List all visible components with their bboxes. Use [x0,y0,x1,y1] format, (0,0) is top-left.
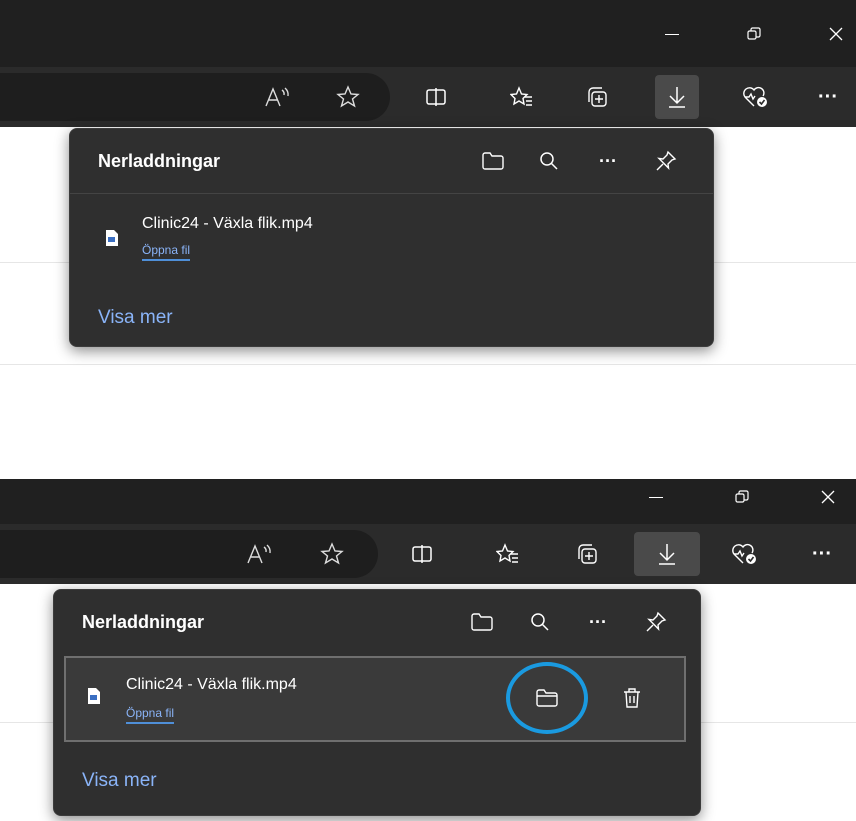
file-name: Clinic24 - Växla flik.mp4 [126,676,297,693]
search-icon [531,613,549,631]
heart-check-icon [732,543,756,564]
close-icon [829,27,843,41]
close-button[interactable] [808,481,848,513]
minimize-icon [649,496,663,498]
restore-button[interactable] [734,18,774,50]
screenshot-before: ··· Nerladdningar ··· Clinic24 - Växla f… [0,0,856,380]
file-name: Clinic24 - Växla flik.mp4 [142,215,313,232]
favorites-button[interactable] [500,75,544,119]
pin-icon [646,611,667,632]
read-aloud-button[interactable] [238,532,282,576]
open-file-link[interactable]: Öppna fil [142,243,191,261]
downloads-button[interactable] [655,75,699,119]
split-screen-icon [426,88,446,106]
restore-icon [747,27,761,40]
star-icon [320,542,344,565]
more-icon: ··· [589,611,607,632]
close-button[interactable] [816,18,856,50]
browser-essentials-button[interactable] [733,75,777,119]
more-options-button[interactable]: ··· [590,143,626,179]
favorites-button[interactable] [486,532,530,576]
split-screen-button[interactable] [414,75,458,119]
panel-divider [70,193,713,194]
downloads-panel: Nerladdningar ··· Clinic24 - Växla flik.… [69,128,714,347]
open-downloads-folder-button[interactable] [475,143,511,179]
add-favorite-button[interactable] [326,75,370,119]
downloads-button[interactable] [634,532,700,576]
panel-title: Nerladdningar [82,612,205,632]
page-divider [0,364,856,365]
minimize-button[interactable] [652,18,692,50]
screenshot-after: ··· Nerladdningar ··· Clinic24 - Växla f… [0,479,856,821]
more-icon: ··· [818,85,838,108]
close-icon [821,490,835,504]
open-file-link[interactable]: Öppna fil [126,706,175,724]
read-aloud-icon [247,544,271,564]
search-icon [540,152,558,170]
collections-button[interactable] [576,75,620,119]
trash-icon [624,688,640,708]
downloads-panel: Nerladdningar ··· Clinic24 - Växla flik.… [53,589,701,816]
title-bar [0,0,856,67]
search-downloads-button[interactable] [522,604,558,640]
collections-icon [578,544,597,564]
collections-icon [588,87,607,107]
minimize-icon [665,33,679,35]
folder-icon [482,152,504,170]
download-icon [659,544,675,565]
toolbar: ··· [0,524,856,584]
read-aloud-button[interactable] [256,75,300,119]
read-aloud-icon [265,87,289,107]
collections-button[interactable] [566,532,610,576]
add-favorite-button[interactable] [310,532,354,576]
download-icon [669,87,685,108]
favorites-list-icon [496,543,518,563]
restore-button[interactable] [722,481,762,513]
heart-check-icon [743,86,767,107]
folder-icon [471,613,493,631]
title-bar [0,479,856,524]
open-downloads-folder-button[interactable] [464,604,500,640]
video-file-icon [88,688,100,704]
pin-button[interactable] [638,604,674,640]
download-item[interactable]: Clinic24 - Växla flik.mp4 Öppna fil [64,656,686,742]
download-item[interactable]: Clinic24 - Växla flik.mp4 Öppna fil [80,199,702,279]
delete-button[interactable] [614,680,650,716]
more-options-button[interactable]: ··· [580,604,616,640]
show-more-link[interactable]: Visa mer [82,770,157,792]
favorites-list-icon [510,86,532,106]
pin-icon [656,150,677,171]
show-in-folder-button[interactable] [529,680,565,716]
toolbar: ··· [0,67,856,127]
search-downloads-button[interactable] [531,143,567,179]
restore-icon [735,490,749,503]
more-icon: ··· [812,542,832,565]
pin-button[interactable] [648,143,684,179]
folder-icon [536,689,558,707]
show-more-link[interactable]: Visa mer [98,307,173,329]
minimize-button[interactable] [636,481,676,513]
more-icon: ··· [599,150,617,171]
browser-essentials-button[interactable] [722,532,766,576]
panel-title: Nerladdningar [98,151,221,171]
split-screen-button[interactable] [400,532,444,576]
settings-more-button[interactable]: ··· [806,75,850,119]
video-file-icon [106,230,118,246]
star-icon [336,85,360,108]
settings-more-button[interactable]: ··· [800,532,844,576]
split-screen-icon [412,545,432,563]
